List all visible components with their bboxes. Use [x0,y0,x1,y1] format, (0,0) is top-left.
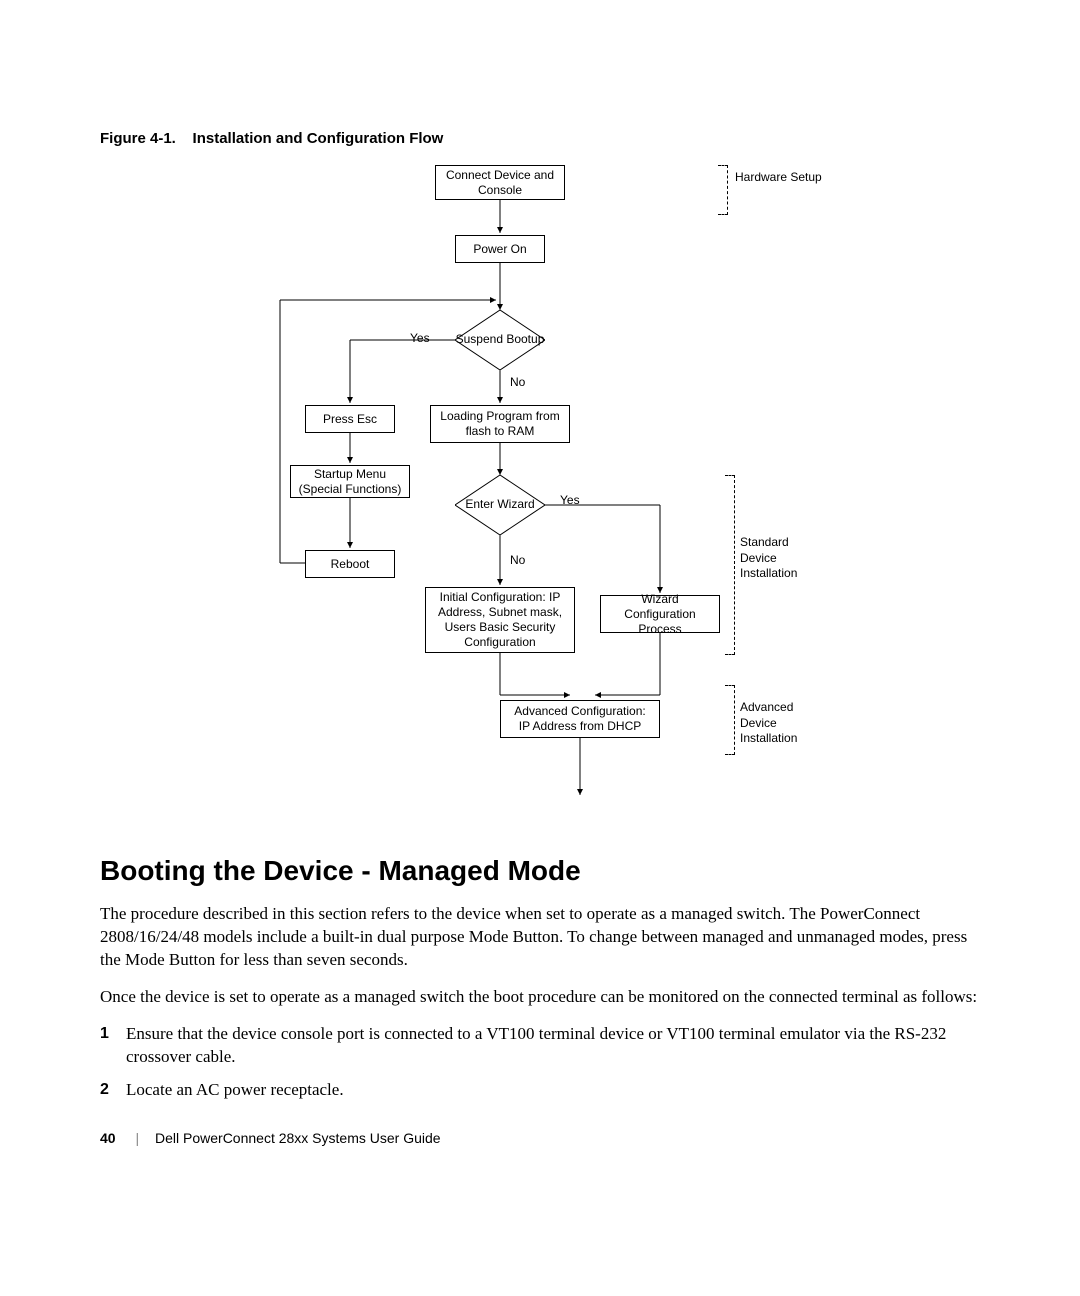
node-advanced-config: Advanced Configuration: IP Address from … [500,700,660,738]
bracket-standard [725,475,735,655]
node-text: Press Esc [323,412,377,427]
node-reboot: Reboot [305,550,395,578]
section-heading: Booting the Device - Managed Mode [100,855,990,887]
steps-list: Ensure that the device console port is c… [100,1023,990,1102]
node-text: Power On [473,242,526,257]
node-text: Startup Menu (Special Functions) [297,467,403,497]
label-no-wizard: No [510,553,525,567]
node-power-on: Power On [455,235,545,263]
node-text: Reboot [331,557,370,572]
node-press-esc: Press Esc [305,405,395,433]
node-text: Enter Wizard [465,498,534,511]
node-startup-menu: Startup Menu (Special Functions) [290,465,410,498]
decision-suspend-bootup: Suspend Bootup [455,310,545,370]
node-text: Advanced Configuration: IP Address from … [507,704,653,734]
node-text: Wizard Configuration Process [607,592,713,637]
bracket-label-advanced: Advanced Device Installation [740,700,820,747]
figure-title: Installation and Configuration Flow [193,130,444,147]
step-item: Ensure that the device console port is c… [126,1023,990,1069]
step-item: Locate an AC power receptacle. [126,1079,990,1102]
bracket-hardware [718,165,728,215]
node-text: Loading Program from flash to RAM [437,409,563,439]
decision-enter-wizard: Enter Wizard [455,475,545,535]
guide-title: Dell PowerConnect 28xx Systems User Guid… [155,1130,441,1146]
flowchart-diagram: Connect Device and Console Power On Susp… [200,155,900,815]
bracket-advanced [725,685,735,755]
node-text: Initial Configuration: IP Address, Subne… [432,590,568,650]
node-text: Connect Device and Console [442,168,558,198]
node-initial-config: Initial Configuration: IP Address, Subne… [425,587,575,653]
bracket-label-hardware: Hardware Setup [735,170,822,186]
figure-number: Figure 4-1. [100,130,176,147]
label-no: No [510,375,525,389]
page-footer: 40 | Dell PowerConnect 28xx Systems User… [100,1130,441,1146]
label-yes: Yes [410,331,430,345]
label-yes-wizard: Yes [560,493,580,507]
paragraph-intro: The procedure described in this section … [100,903,990,972]
paragraph-lead: Once the device is set to operate as a m… [100,986,990,1009]
bracket-label-standard: Standard Device Installation [740,535,820,582]
node-connect-device: Connect Device and Console [435,165,565,200]
node-wizard-process: Wizard Configuration Process [600,595,720,633]
node-text: Suspend Bootup [456,333,545,346]
node-loading-program: Loading Program from flash to RAM [430,405,570,443]
page-number: 40 [100,1130,116,1146]
footer-separator: | [135,1130,139,1146]
figure-caption: Figure 4-1. Installation and Configurati… [100,130,990,147]
